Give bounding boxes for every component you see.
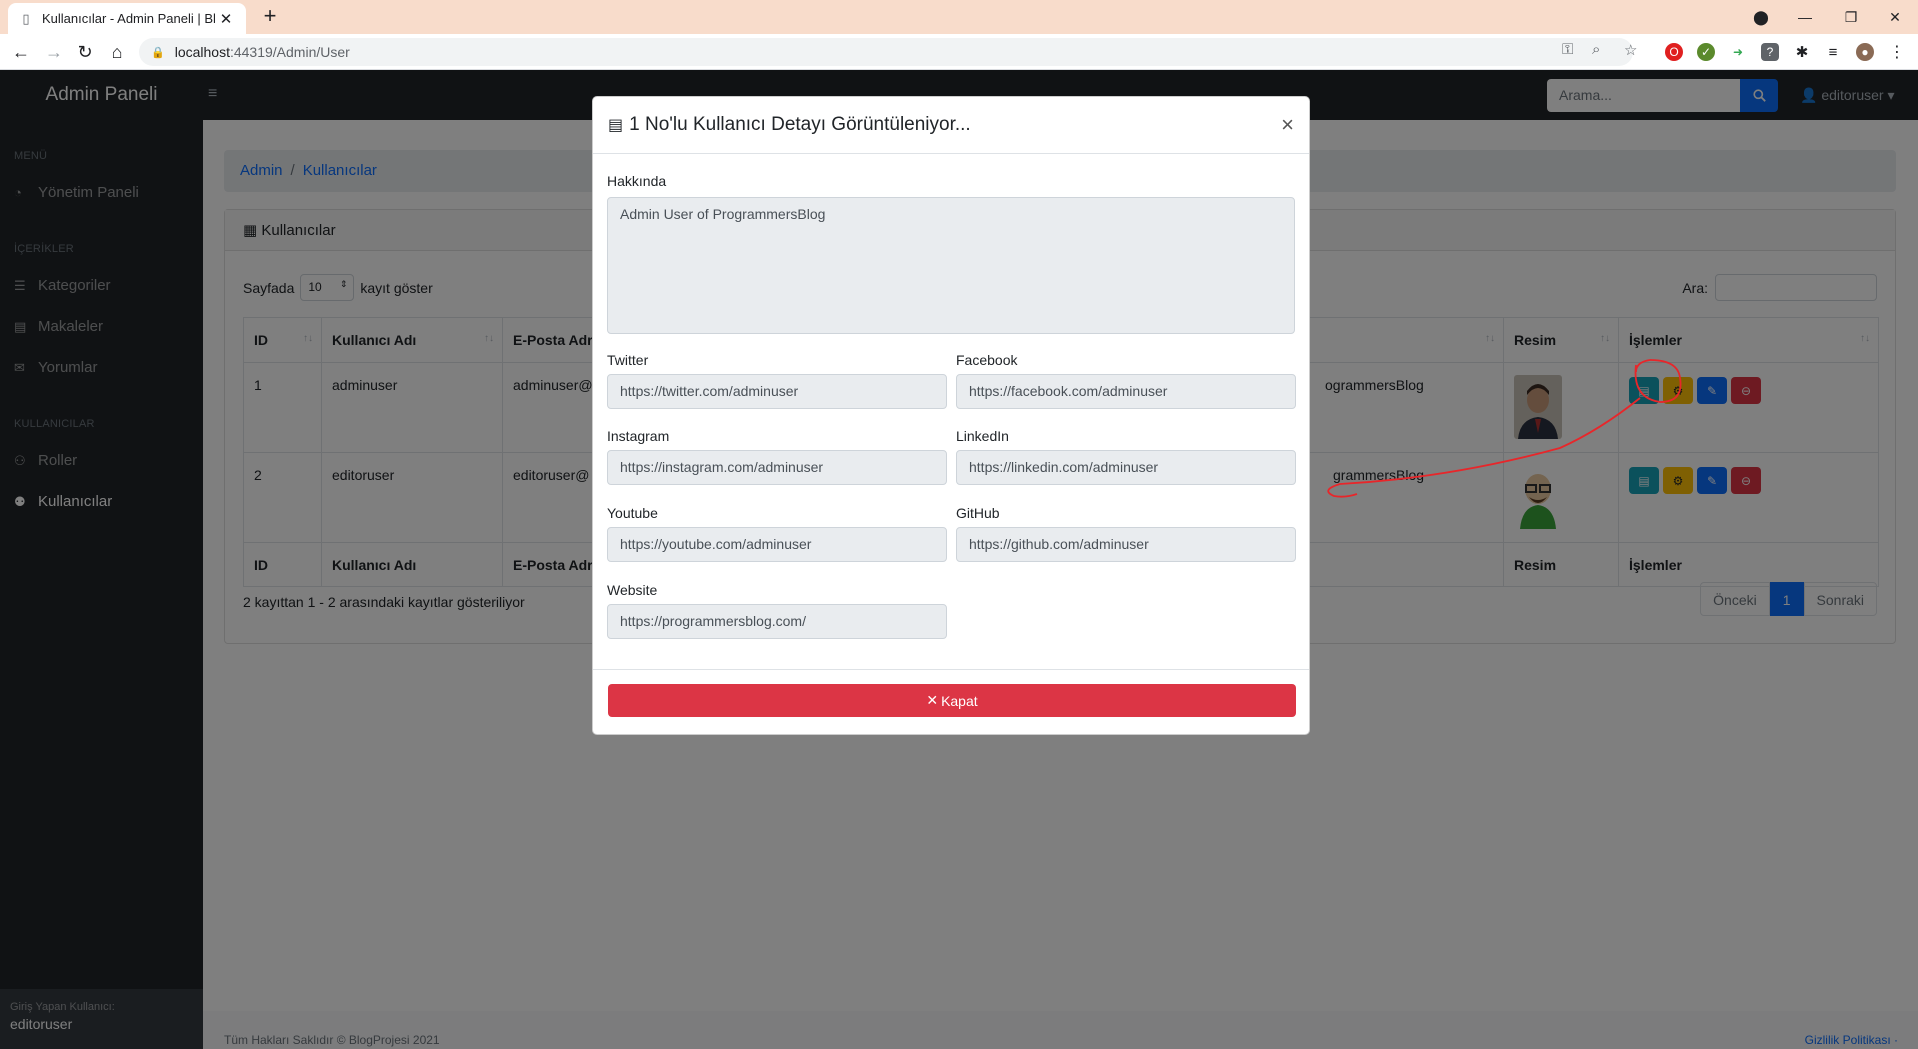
back-icon[interactable]: ← [10,41,32,63]
opera-extension-icon[interactable]: O [1665,43,1683,61]
reading-list-icon[interactable]: ≡ [1824,43,1842,61]
grammar-extension-icon[interactable]: ✓ [1697,43,1715,61]
user-detail-modal: ▤ 1 No'lu Kullanıcı Detayı Görüntüleniyo… [592,96,1310,735]
address-bar[interactable]: 🔒 localhost:44319/Admin/User [139,38,1633,66]
browser-tab[interactable]: ▯ Kullanıcılar - Admin Paneli | Blog ✕ [8,3,246,34]
id-card-icon: ▤ [608,117,624,134]
close-tab-icon[interactable]: ✕ [216,10,236,28]
times-icon: ✕ [926,692,939,708]
close-icon[interactable]: × [1281,112,1294,138]
linkedin-field[interactable]: https://linkedin.com/adminuser [956,450,1296,485]
close-modal-button[interactable]: ✕ Kapat [608,684,1296,717]
github-label: GitHub [956,505,1000,521]
page-favicon-icon: ▯ [22,10,30,26]
instagram-field[interactable]: https://instagram.com/adminuser [607,450,947,485]
modal-header: ▤ 1 No'lu Kullanıcı Detayı Görüntüleniyo… [593,97,1309,154]
modal-title: 1 No'lu Kullanıcı Detayı Görüntüleniyor.… [629,114,971,135]
youtube-field[interactable]: https://youtube.com/adminuser [607,527,947,562]
facebook-field[interactable]: https://facebook.com/adminuser [956,374,1296,409]
facebook-label: Facebook [956,352,1018,368]
help-extension-icon[interactable]: ? [1761,43,1779,61]
minimize-icon[interactable]: — [1782,0,1828,34]
bookmark-star-icon[interactable]: ☆ [1624,41,1637,59]
key-icon[interactable]: ⚿ [1562,41,1573,58]
modal-footer: ✕ Kapat [593,669,1309,734]
forward-icon[interactable]: → [43,41,65,63]
close-modal-label: Kapat [941,692,978,709]
about-label: Hakkında [607,173,667,189]
tab-title: Kullanıcılar - Admin Paneli | Blog [42,11,216,26]
website-field[interactable]: https://programmersblog.com/ [607,604,947,639]
github-field[interactable]: https://github.com/adminuser [956,527,1296,562]
url-path: :44319/Admin/User [229,44,350,60]
twitter-field[interactable]: https://twitter.com/adminuser [607,374,947,409]
about-textarea[interactable]: Admin User of ProgrammersBlog [607,197,1295,334]
extensions-puzzle-icon[interactable]: ✱ [1793,43,1811,61]
website-label: Website [607,582,658,598]
browser-menu-icon[interactable]: ⋮ [1888,43,1906,61]
twitter-label: Twitter [607,352,649,368]
linkedin-label: LinkedIn [956,428,1009,444]
youtube-label: Youtube [607,505,658,521]
browser-tabbar: ▯ Kullanıcılar - Admin Paneli | Blog ✕ +… [0,0,1918,34]
modal-body: Hakkında Admin User of ProgrammersBlog T… [593,154,1309,671]
url-host: localhost [174,44,230,60]
lock-icon: 🔒 [151,46,165,59]
profile-dropdown-icon[interactable]: ⬤ [1738,0,1784,34]
arrow-extension-icon[interactable]: ➜ [1729,43,1747,61]
profile-avatar-icon[interactable]: ● [1856,43,1874,61]
home-icon[interactable]: ⌂ [106,41,128,63]
browser-toolbar: ← → ↻ ⌂ 🔒 localhost:44319/Admin/User ⚿ ⌕… [0,34,1918,70]
restore-icon[interactable]: ❐ [1828,0,1874,34]
zoom-icon[interactable]: ⌕ [1592,41,1600,58]
instagram-label: Instagram [607,428,670,444]
close-window-icon[interactable]: ✕ [1872,0,1918,34]
reload-icon[interactable]: ↻ [74,41,96,63]
new-tab-icon[interactable]: + [258,5,282,29]
